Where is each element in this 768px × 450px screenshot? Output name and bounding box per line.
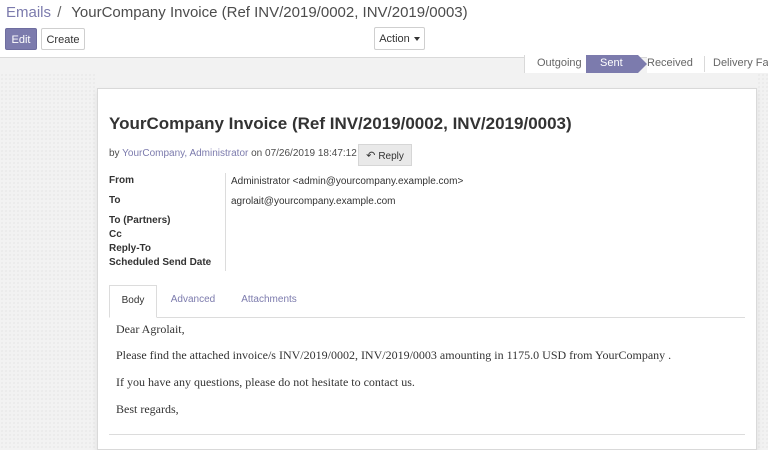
to-partners-label: To (Partners) (109, 215, 171, 226)
to-value[interactable]: agrolait@yourcompany.example.com (231, 196, 395, 207)
to-label: To (109, 195, 121, 206)
tab-attachments[interactable]: Attachments (239, 285, 299, 317)
cc-label: Cc (109, 229, 122, 240)
email-subject: YourCompany Invoice (Ref INV/2019/0002, … (109, 114, 572, 133)
action-button-label: Action (379, 33, 410, 45)
stage-divider (704, 56, 705, 72)
stage-received-label: Received (647, 57, 693, 69)
from-label: From (109, 175, 134, 186)
breadcrumb: Emails / YourCompany Invoice (Ref INV/20… (6, 4, 468, 21)
tab-advanced[interactable]: Advanced (169, 285, 217, 317)
breadcrumb-current: YourCompany Invoice (Ref INV/2019/0002, … (71, 4, 468, 21)
form-sheet: YourCompany Invoice (Ref INV/2019/0002, … (97, 88, 757, 450)
from-value[interactable]: Administrator <admin@yourcompany.example… (231, 176, 463, 187)
caret-down-icon (413, 37, 420, 42)
byline-by: by (109, 148, 120, 159)
control-panel: Emails / YourCompany Invoice (Ref INV/20… (0, 0, 768, 58)
stage-sent[interactable]: Sent (586, 55, 638, 73)
breadcrumb-separator: / (57, 4, 62, 21)
reply-button[interactable]: ↶ Reply (358, 144, 412, 166)
stage-outgoing[interactable]: Outgoing (524, 55, 586, 73)
reply-to-label: Reply-To (109, 243, 152, 254)
notebook-tabs: Body Advanced Attachments (109, 285, 745, 318)
author-link[interactable]: YourCompany, Administrator (122, 148, 248, 159)
background-pattern-right (757, 73, 768, 450)
scheduled-date-label: Scheduled Send Date (109, 257, 212, 268)
stage-arrow-icon (638, 55, 647, 73)
byline-on: on (251, 148, 263, 159)
stage-delivery-label: Delivery Failed (713, 57, 768, 69)
background-pattern-left (0, 73, 97, 450)
edit-button[interactable]: Edit (5, 28, 37, 50)
field-divider (225, 173, 226, 271)
reply-arrow-icon: ↶ (366, 150, 376, 162)
breadcrumb-emails-link[interactable]: Emails (6, 4, 51, 21)
create-button[interactable]: Create (41, 28, 85, 50)
action-dropdown-button[interactable]: Action (374, 27, 425, 50)
body-line-1: Please find the attached invoice/s INV/2… (116, 348, 672, 362)
tab-body[interactable]: Body (109, 285, 157, 318)
body-greeting: Dear Agrolait, (116, 322, 185, 336)
body-bottom-divider (109, 434, 745, 435)
reply-button-label: Reply (378, 151, 404, 162)
stage-delivery-failed[interactable]: Delivery Failed (713, 55, 768, 73)
email-byline: by YourCompany, Administrator on 07/26/2… (109, 148, 357, 159)
body-closing: Best regards, (116, 402, 179, 416)
email-date: 07/26/2019 18:47:12 (265, 148, 357, 159)
body-line-2: If you have any questions, please do not… (116, 375, 415, 389)
